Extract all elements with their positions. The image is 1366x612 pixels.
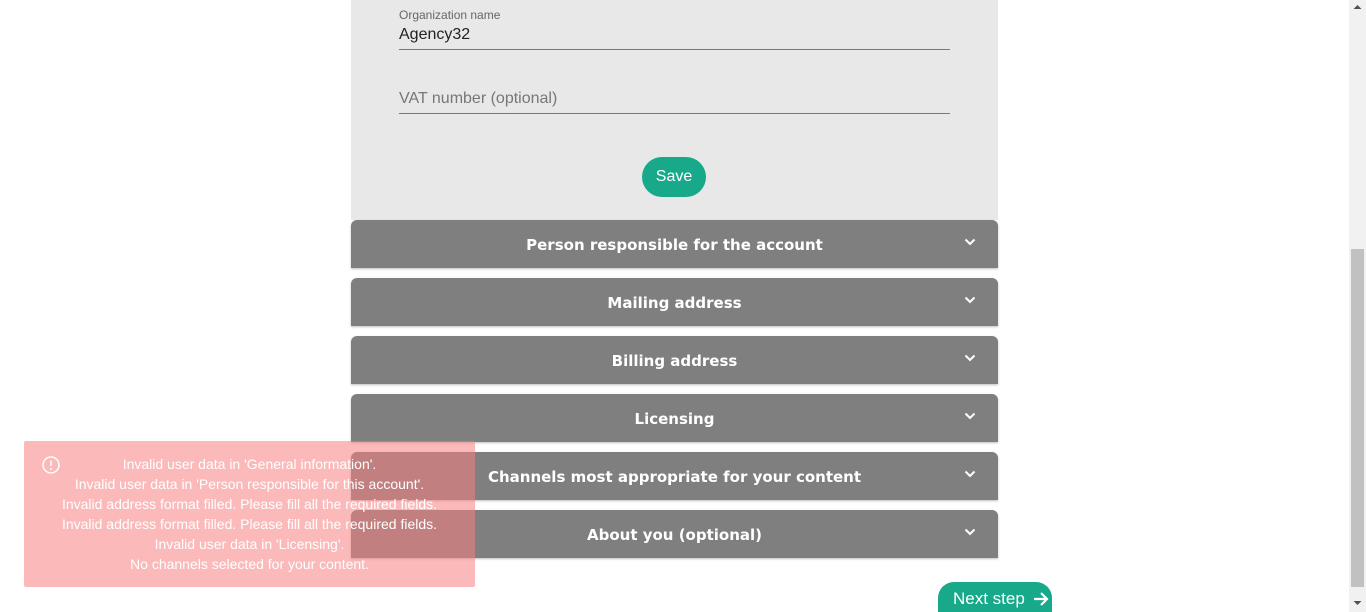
page: Organization name Save Person responsibl… bbox=[0, 0, 1366, 612]
organization-name-input[interactable] bbox=[399, 22, 950, 50]
arrow-right-icon bbox=[1034, 592, 1049, 606]
error-message: Invalid user data in 'General informatio… bbox=[122, 456, 377, 472]
section-billing-address[interactable]: Billing address bbox=[351, 336, 998, 384]
section-title: Person responsible for the account bbox=[526, 236, 823, 254]
save-button[interactable]: Save bbox=[642, 157, 706, 197]
scrollbar-thumb[interactable] bbox=[1351, 249, 1364, 587]
vat-number-field bbox=[399, 86, 950, 114]
organization-name-label: Organization name bbox=[399, 8, 501, 22]
chevron-down-icon bbox=[964, 296, 976, 304]
chevron-down-icon bbox=[964, 412, 976, 420]
section-mailing-address[interactable]: Mailing address bbox=[351, 278, 998, 326]
error-message: No channels selected for your content. bbox=[130, 556, 369, 572]
error-message: Invalid address format filled. Please fi… bbox=[61, 516, 438, 532]
section-person-responsible[interactable]: Person responsible for the account bbox=[351, 220, 998, 268]
section-title: Billing address bbox=[611, 352, 738, 370]
next-step-label: Next step bbox=[953, 589, 1025, 608]
section-title: Licensing bbox=[634, 410, 715, 428]
section-licensing[interactable]: Licensing bbox=[351, 394, 998, 442]
next-step-button[interactable]: Next step bbox=[938, 582, 1052, 612]
scroll-down-arrow-icon[interactable] bbox=[1353, 599, 1362, 607]
error-toast[interactable]: Invalid user data in 'General informatio… bbox=[24, 441, 475, 587]
error-message: Invalid user data in 'Person responsible… bbox=[74, 476, 425, 492]
general-information-form: Organization name Save bbox=[351, 0, 998, 220]
vertical-scrollbar[interactable] bbox=[1349, 0, 1366, 612]
chevron-down-icon bbox=[964, 470, 976, 478]
section-title: Mailing address bbox=[607, 294, 742, 312]
organization-name-field: Organization name bbox=[399, 8, 950, 50]
error-messages: Invalid user data in 'General informatio… bbox=[24, 454, 475, 574]
chevron-down-icon bbox=[964, 238, 976, 246]
chevron-down-icon bbox=[964, 528, 976, 536]
error-message: Invalid address format filled. Please fi… bbox=[61, 496, 438, 512]
chevron-down-icon bbox=[964, 354, 976, 362]
scroll-up-arrow-icon[interactable] bbox=[1353, 3, 1362, 11]
error-message: Invalid user data in 'Licensing'. bbox=[154, 536, 345, 552]
vat-number-input[interactable] bbox=[399, 86, 950, 114]
